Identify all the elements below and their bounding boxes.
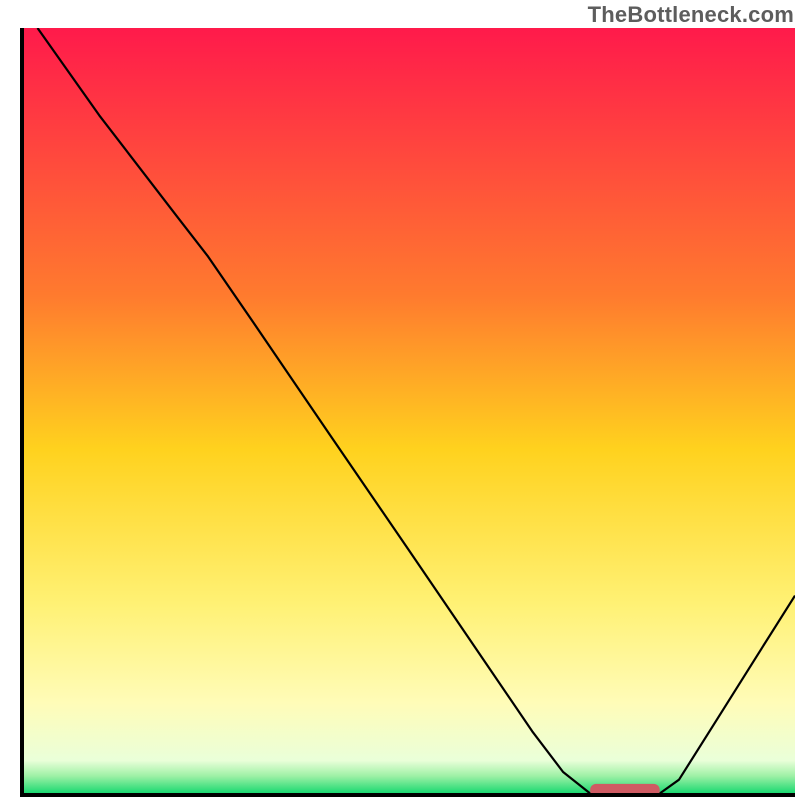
chart-viewport: TheBottleneck.com: [0, 0, 800, 800]
bottleneck-chart: [0, 0, 800, 800]
gradient-background: [22, 28, 795, 795]
attribution-text: TheBottleneck.com: [588, 2, 794, 28]
